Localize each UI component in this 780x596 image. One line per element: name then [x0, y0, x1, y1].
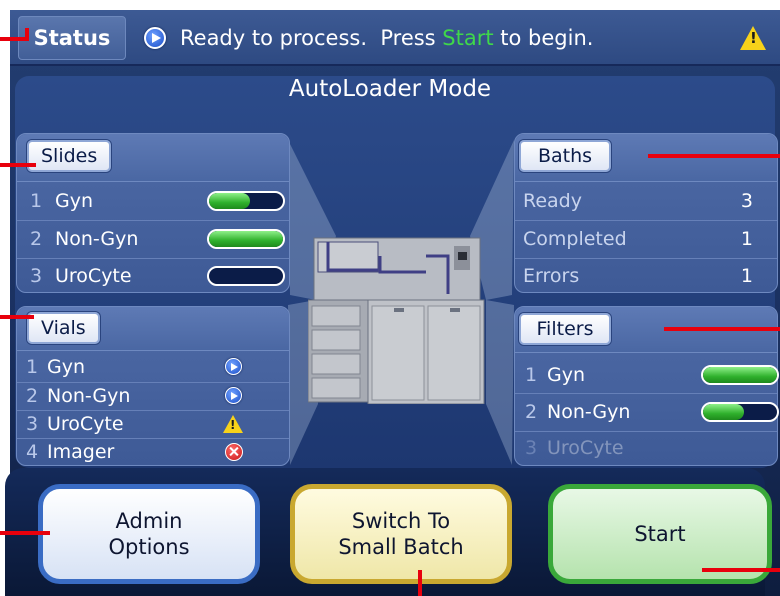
callout-vials	[0, 315, 34, 319]
filters-row-number: 1	[524, 364, 538, 386]
arrow-right-icon	[225, 358, 242, 375]
vials-row-number: 4	[25, 441, 39, 463]
callout-admin	[0, 531, 50, 535]
filters-row-label: UroCyte	[547, 437, 624, 459]
baths-card-header: Baths	[515, 134, 777, 182]
callout-slides	[0, 163, 36, 167]
callout-filters	[664, 327, 780, 331]
admin-options-button[interactable]: Admin Options	[38, 484, 260, 584]
switch-small-batch-button[interactable]: Switch To Small Batch	[290, 484, 512, 584]
baths-button[interactable]: Baths	[519, 140, 611, 172]
slides-row-number: 3	[29, 264, 43, 287]
admin-label-line1: Admin	[115, 508, 183, 533]
baths-completed-row: Completed 1	[515, 222, 777, 256]
start-label: Start	[634, 521, 686, 546]
callout-status	[0, 37, 28, 41]
vials-row-number: 1	[25, 356, 39, 378]
slides-button[interactable]: Slides	[27, 140, 112, 172]
baths-errors-row: Errors 1	[515, 259, 777, 293]
processor-image	[308, 237, 485, 404]
row-divider	[17, 220, 289, 221]
slides-nongyn-level	[207, 229, 285, 249]
baths-errors-label: Errors	[523, 265, 580, 287]
callout-switch	[418, 570, 422, 596]
vials-row-number: 3	[25, 413, 39, 435]
baths-ready-label: Ready	[523, 190, 582, 212]
filters-row-3: 3 UroCyte	[515, 431, 777, 465]
admin-label-line2: Options	[108, 535, 190, 559]
vials-button[interactable]: Vials	[27, 312, 100, 344]
arrow-right-icon	[225, 387, 242, 404]
filters-row-number: 3	[524, 437, 538, 459]
callout-status-vertical	[25, 28, 29, 41]
slides-card-header: Slides	[17, 134, 289, 182]
vials-card-header: Vials	[17, 307, 289, 351]
filters-nongyn-level	[701, 402, 779, 422]
vials-row-label: UroCyte	[47, 413, 124, 435]
vials-card: Vials 1 Gyn 2 Non-Gyn 3 UroCyte 4 Imager	[16, 306, 290, 466]
vials-row-number: 2	[25, 385, 39, 407]
switch-label-line1: Switch To	[351, 508, 451, 533]
admin-options-label: Admin Options	[108, 508, 189, 561]
beam-filters	[486, 300, 514, 465]
warning-icon	[223, 415, 243, 433]
slides-card: Slides 1 Gyn 2 Non-Gyn 3 UroCyte	[16, 133, 290, 293]
vials-row-label: Non-Gyn	[47, 385, 131, 407]
slides-row-number: 1	[29, 190, 43, 212]
filters-row-number: 2	[524, 401, 538, 423]
vials-row-3: 3 UroCyte	[17, 410, 289, 438]
filters-button[interactable]: Filters	[519, 313, 611, 345]
baths-ready-row: Ready 3	[515, 184, 777, 218]
baths-completed-value: 1	[740, 228, 753, 250]
switch-small-batch-label: Switch To Small Batch	[338, 508, 463, 561]
baths-ready-value: 3	[740, 190, 753, 212]
baths-errors-value: 1	[740, 265, 753, 287]
callout-baths	[648, 154, 780, 158]
filters-gyn-level	[701, 365, 779, 385]
row-divider	[515, 220, 777, 221]
vials-row-label: Imager	[47, 441, 115, 463]
callout-start	[702, 568, 780, 572]
slides-row-number: 2	[29, 228, 43, 250]
vials-row-2: 2 Non-Gyn	[17, 382, 289, 410]
vials-row-1: 1 Gyn	[17, 353, 289, 381]
vials-row-4: 4 Imager	[17, 438, 289, 466]
slides-gyn-level	[207, 191, 285, 211]
baths-completed-label: Completed	[523, 228, 627, 250]
vials-row-label: Gyn	[47, 356, 86, 378]
error-icon	[225, 443, 243, 461]
switch-label-line2: Small Batch	[338, 535, 464, 559]
slides-urocyte-level	[207, 266, 285, 286]
